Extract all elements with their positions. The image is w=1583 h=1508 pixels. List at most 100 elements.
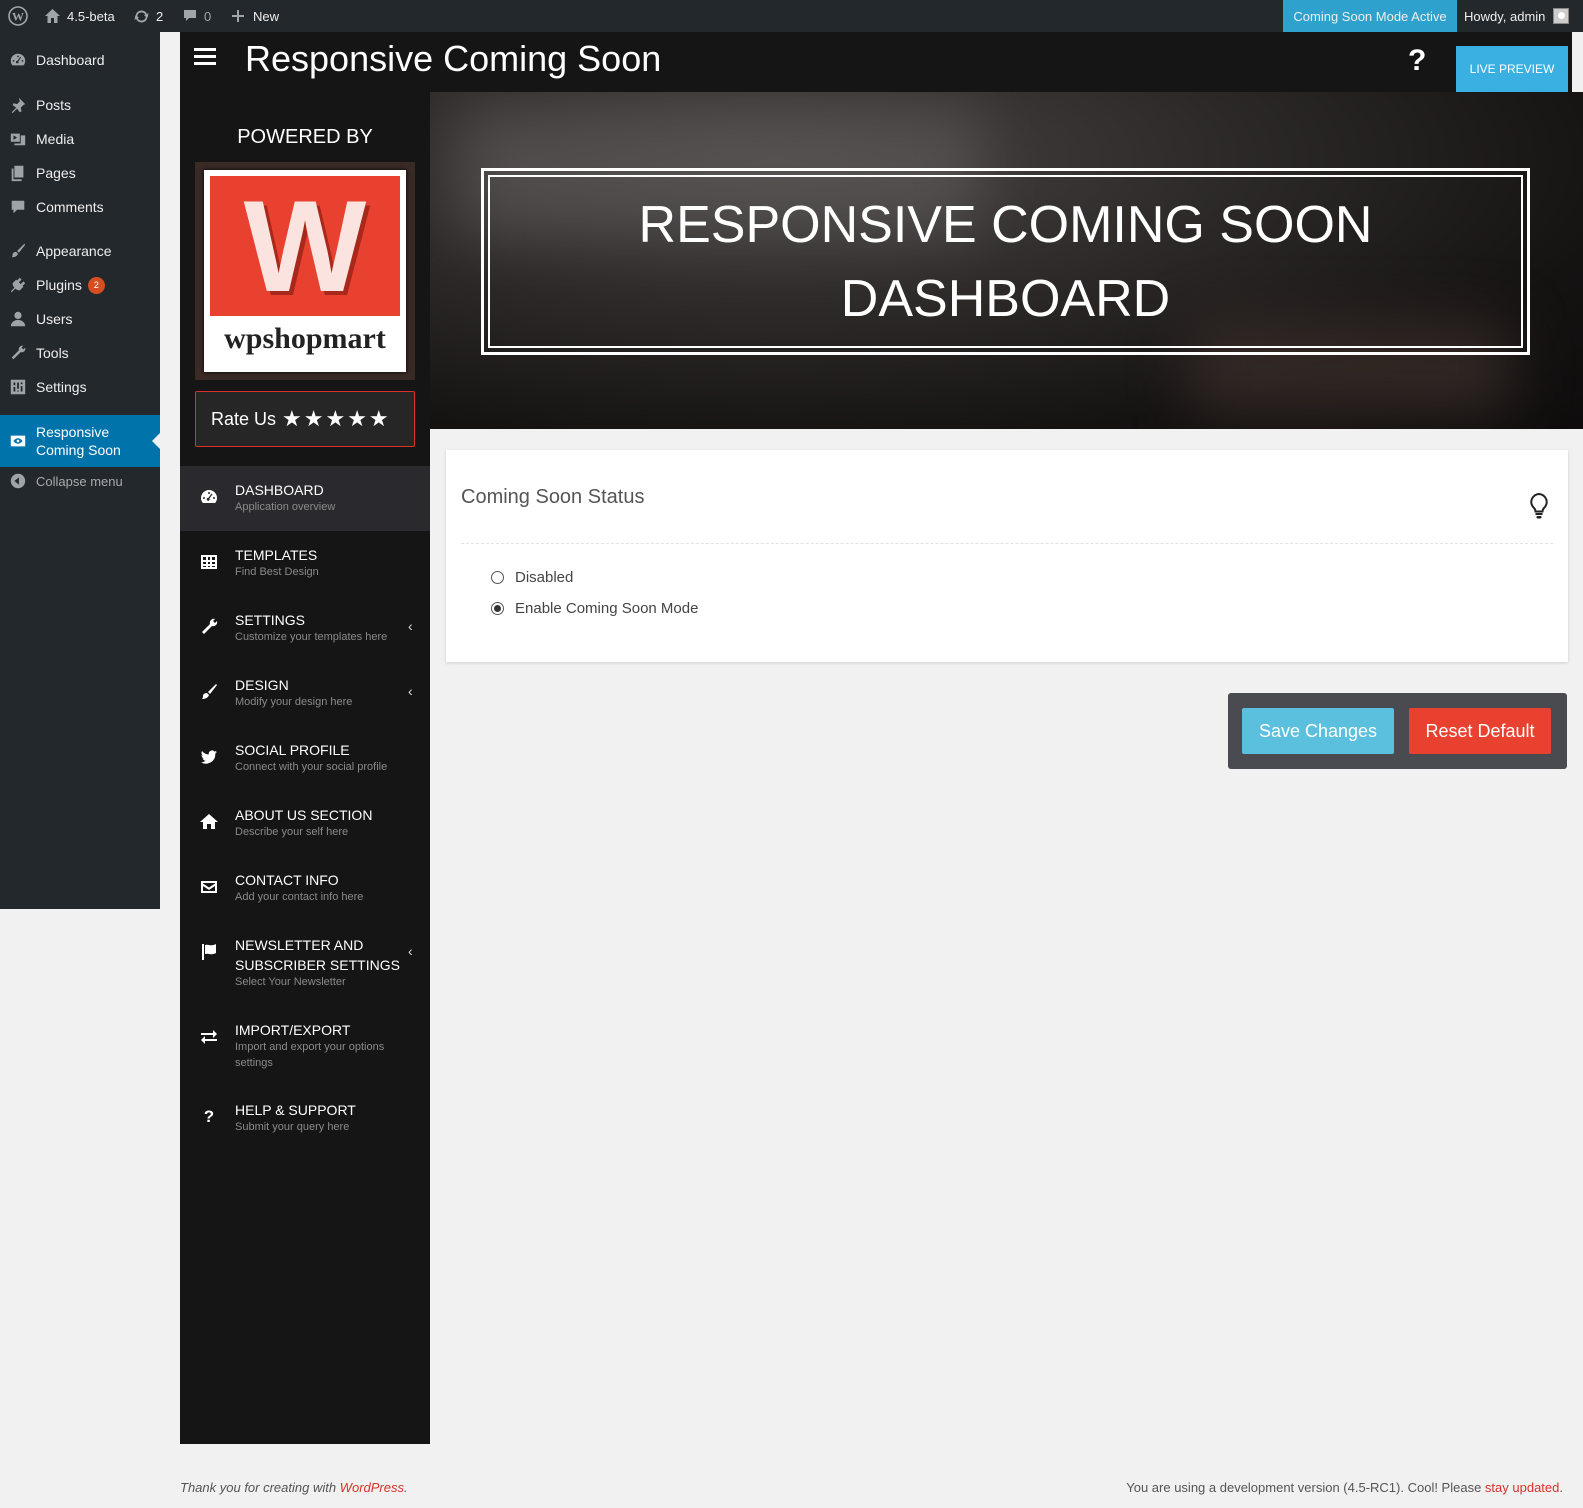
radio-label: Enable Coming Soon Mode: [515, 600, 699, 617]
nav-templates[interactable]: TEMPLATES Find Best Design: [180, 531, 430, 596]
nav-settings[interactable]: SETTINGS Customize your templates here ‹: [180, 596, 430, 661]
wpshopmart-logo[interactable]: W wpshopmart: [195, 162, 415, 380]
sidebar-item-settings[interactable]: Settings: [0, 370, 160, 404]
nav-design[interactable]: DESIGN Modify your design here ‹: [180, 661, 430, 726]
radio-button[interactable]: [491, 571, 504, 584]
admin-bar: W 4.5-beta 2 0 New Coming Soon Mode Acti…: [0, 0, 1583, 32]
sidebar-item-label: Settings: [36, 379, 87, 395]
plugin-header: Responsive Coming Soon ? LIVE PREVIEW: [180, 32, 1572, 92]
rate-us-button[interactable]: Rate Us ★★★★★: [195, 391, 415, 447]
lightbulb-icon[interactable]: [1528, 492, 1550, 525]
sidebar-item-media[interactable]: Media: [0, 122, 160, 156]
user-icon: [10, 311, 26, 327]
sidebar-item-label: Comments: [36, 199, 104, 215]
page-title: Responsive Coming Soon: [245, 38, 662, 79]
paintbrush-icon: [11, 243, 26, 258]
nav-subtitle: Import and export your options settings: [235, 1041, 385, 1069]
stay-updated-link[interactable]: stay updated: [1485, 1480, 1559, 1495]
sidebar-item-plugins[interactable]: Plugins 2: [0, 268, 160, 302]
plugin-sidebar: POWERED BY W wpshopmart Rate Us ★★★★★ DA…: [180, 92, 430, 1444]
save-changes-button[interactable]: Save Changes: [1242, 708, 1394, 754]
radio-label: Disabled: [515, 569, 574, 586]
chevron-left-icon: ‹: [408, 618, 413, 634]
nav-title: SOCIAL PROFILE: [235, 742, 350, 758]
nav-subtitle: Describe your self here: [235, 826, 349, 838]
envelope-icon: [201, 881, 217, 893]
panel-title: Coming Soon Status: [461, 486, 645, 508]
footer-thanks: Thank you for creating with WordPress.: [180, 1480, 408, 1495]
collapse-label: Collapse menu: [36, 473, 123, 489]
new-label: New: [253, 8, 280, 24]
wordpress-logo-icon[interactable]: W: [8, 0, 28, 32]
reset-default-button[interactable]: Reset Default: [1409, 708, 1551, 754]
sidebar-item-label: Posts: [36, 97, 72, 113]
nav-help-support[interactable]: ? HELP & SUPPORT Submit your query here: [180, 1086, 430, 1151]
nav-subtitle: Connect with your social profile: [235, 761, 388, 773]
comments-link[interactable]: 0: [182, 0, 211, 32]
nav-subtitle: Modify your design here: [235, 696, 353, 708]
nav-subtitle: Add your contact info here: [235, 891, 364, 903]
nav-social-profile[interactable]: SOCIAL PROFILE Connect with your social …: [180, 726, 430, 791]
sidebar-item-label: Appearance: [36, 243, 112, 259]
coming-soon-status-badge[interactable]: Coming Soon Mode Active: [1283, 0, 1457, 32]
sidebar-item-label: Media: [36, 131, 75, 147]
hero-frame: RESPONSIVE COMING SOON DASHBOARD: [481, 168, 1530, 355]
nav-subtitle: Find Best Design: [235, 566, 319, 578]
nav-title: DASHBOARD: [235, 482, 324, 498]
avatar: [1553, 8, 1570, 24]
sidebar-item-posts[interactable]: Posts: [0, 88, 160, 122]
nav-import-export[interactable]: IMPORT/EXPORT Import and export your opt…: [180, 1006, 430, 1086]
radio-button[interactable]: [491, 602, 504, 615]
nav-title: CONTACT INFO: [235, 872, 339, 888]
collapse-arrow-icon: [10, 473, 26, 489]
logo-letter: W: [243, 173, 367, 319]
nav-about-us[interactable]: ABOUT US SECTION Describe your self here: [180, 791, 430, 856]
twitter-bird-icon: [201, 750, 217, 764]
wrench-icon: [202, 618, 218, 634]
coming-soon-eye-icon: [10, 435, 26, 447]
star-rating-icon: ★★★★★: [282, 406, 391, 431]
nav-title: NEWSLETTER AND SUBSCRIBER SETTINGS: [235, 937, 400, 973]
nav-contact-info[interactable]: CONTACT INFO Add your contact info here: [180, 856, 430, 921]
nav-subtitle: Application overview: [235, 501, 336, 513]
sidebar-item-label: Dashboard: [36, 52, 105, 68]
svg-text:W: W: [12, 10, 24, 24]
sidebar-item-tools[interactable]: Tools: [0, 336, 160, 370]
nav-newsletter[interactable]: NEWSLETTER AND SUBSCRIBER SETTINGS Selec…: [180, 921, 430, 1006]
help-icon[interactable]: ?: [1408, 44, 1426, 78]
sidebar-item-dashboard[interactable]: Dashboard: [0, 43, 160, 77]
sidebar-item-pages[interactable]: Pages: [0, 156, 160, 190]
nav-dashboard[interactable]: DASHBOARD Application overview: [180, 466, 430, 531]
media-icon: [10, 133, 26, 146]
rate-us-label: Rate Us: [211, 408, 277, 429]
paintbrush-icon: [202, 684, 217, 699]
radio-disabled[interactable]: Disabled: [491, 569, 573, 586]
updates-link[interactable]: 2: [133, 0, 163, 32]
sidebar-item-label: Responsive Coming Soon: [36, 424, 121, 458]
chevron-left-icon: ‹: [408, 943, 413, 959]
hamburger-menu-icon[interactable]: [194, 48, 216, 66]
sidebar-item-label: Plugins: [36, 277, 82, 293]
radio-enable-coming-soon[interactable]: Enable Coming Soon Mode: [491, 600, 698, 617]
updates-count: 2: [156, 8, 164, 24]
sidebar-item-users[interactable]: Users: [0, 302, 160, 336]
refresh-icon: [134, 10, 149, 22]
logo-text: wpshopmart: [224, 322, 386, 355]
site-name-link[interactable]: 4.5-beta: [44, 0, 115, 32]
nav-title: DESIGN: [235, 677, 289, 693]
account-menu[interactable]: Howdy, admin: [1464, 0, 1570, 32]
live-preview-button[interactable]: LIVE PREVIEW: [1456, 46, 1568, 92]
new-content-link[interactable]: New: [231, 0, 279, 32]
sidebar-item-appearance[interactable]: Appearance: [0, 234, 160, 268]
dashboard-hero-banner: RESPONSIVE COMING SOON DASHBOARD: [430, 92, 1583, 429]
nav-subtitle: Submit your query here: [235, 1121, 350, 1133]
wordpress-link[interactable]: WordPress: [340, 1480, 404, 1495]
sidebar-item-responsive-coming-soon[interactable]: Responsive Coming Soon: [0, 415, 160, 467]
hero-heading: RESPONSIVE COMING SOON DASHBOARD: [488, 175, 1523, 348]
comment-icon: [184, 10, 196, 21]
sidebar-item-comments[interactable]: Comments: [0, 190, 160, 224]
exchange-arrows-icon: [201, 1030, 217, 1044]
home-icon: [45, 9, 60, 23]
settings-sliders-icon: [10, 379, 26, 395]
collapse-menu-button[interactable]: Collapse menu: [0, 464, 160, 498]
